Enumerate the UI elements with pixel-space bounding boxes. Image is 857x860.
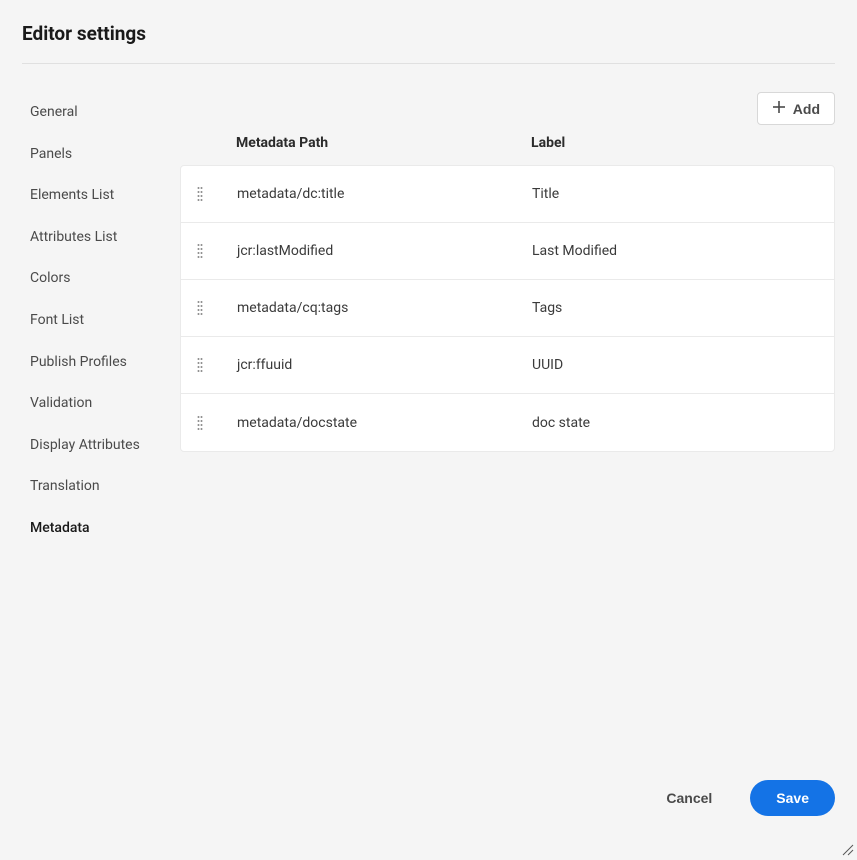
cell-label: UUID	[532, 357, 818, 373]
table-row[interactable]: jcr:lastModified Last Modified	[181, 223, 834, 280]
table-row[interactable]: metadata/dc:title Title	[181, 166, 834, 223]
drag-handle-icon[interactable]	[197, 415, 237, 431]
table-row[interactable]: metadata/cq:tags Tags	[181, 280, 834, 337]
cell-label: Title	[532, 186, 818, 202]
column-header-path: Metadata Path	[236, 135, 531, 151]
metadata-table: metadata/dc:title Title jcr:lastModified…	[180, 165, 835, 452]
sidebar: General Panels Elements List Attributes …	[22, 92, 162, 858]
sidebar-item-elements-list[interactable]: Elements List	[22, 175, 162, 217]
table-header: Metadata Path Label	[180, 135, 835, 165]
sidebar-item-translation[interactable]: Translation	[22, 466, 162, 508]
sidebar-item-display-attributes[interactable]: Display Attributes	[22, 425, 162, 467]
cell-path: jcr:ffuuid	[237, 357, 532, 373]
cell-path: metadata/dc:title	[237, 186, 532, 202]
cell-label: Tags	[532, 300, 818, 316]
main-panel: Add Metadata Path Label metadata/dc:titl…	[180, 92, 835, 858]
sidebar-item-validation[interactable]: Validation	[22, 383, 162, 425]
sidebar-item-font-list[interactable]: Font List	[22, 300, 162, 342]
add-button[interactable]: Add	[757, 92, 835, 125]
cancel-button[interactable]: Cancel	[648, 780, 730, 816]
cell-label: Last Modified	[532, 243, 818, 259]
sidebar-item-attributes-list[interactable]: Attributes List	[22, 217, 162, 259]
drag-handle-icon[interactable]	[197, 300, 237, 316]
cell-path: metadata/docstate	[237, 415, 532, 431]
cell-path: metadata/cq:tags	[237, 300, 532, 316]
sidebar-item-general[interactable]: General	[22, 92, 162, 134]
cell-label: doc state	[532, 415, 818, 431]
drag-handle-icon[interactable]	[197, 186, 237, 202]
table-row[interactable]: jcr:ffuuid UUID	[181, 337, 834, 394]
sidebar-item-publish-profiles[interactable]: Publish Profiles	[22, 342, 162, 384]
sidebar-item-colors[interactable]: Colors	[22, 258, 162, 300]
sidebar-item-panels[interactable]: Panels	[22, 134, 162, 176]
drag-handle-icon[interactable]	[197, 243, 237, 259]
table-row[interactable]: metadata/docstate doc state	[181, 394, 834, 451]
resize-grip-icon[interactable]	[840, 841, 854, 855]
column-header-label: Label	[531, 135, 835, 151]
plus-icon	[772, 100, 786, 117]
page-title: Editor settings	[22, 22, 835, 64]
save-button[interactable]: Save	[750, 780, 835, 816]
sidebar-item-metadata[interactable]: Metadata	[22, 508, 162, 550]
cell-path: jcr:lastModified	[237, 243, 532, 259]
add-button-label: Add	[793, 101, 820, 117]
drag-handle-icon[interactable]	[197, 357, 237, 373]
